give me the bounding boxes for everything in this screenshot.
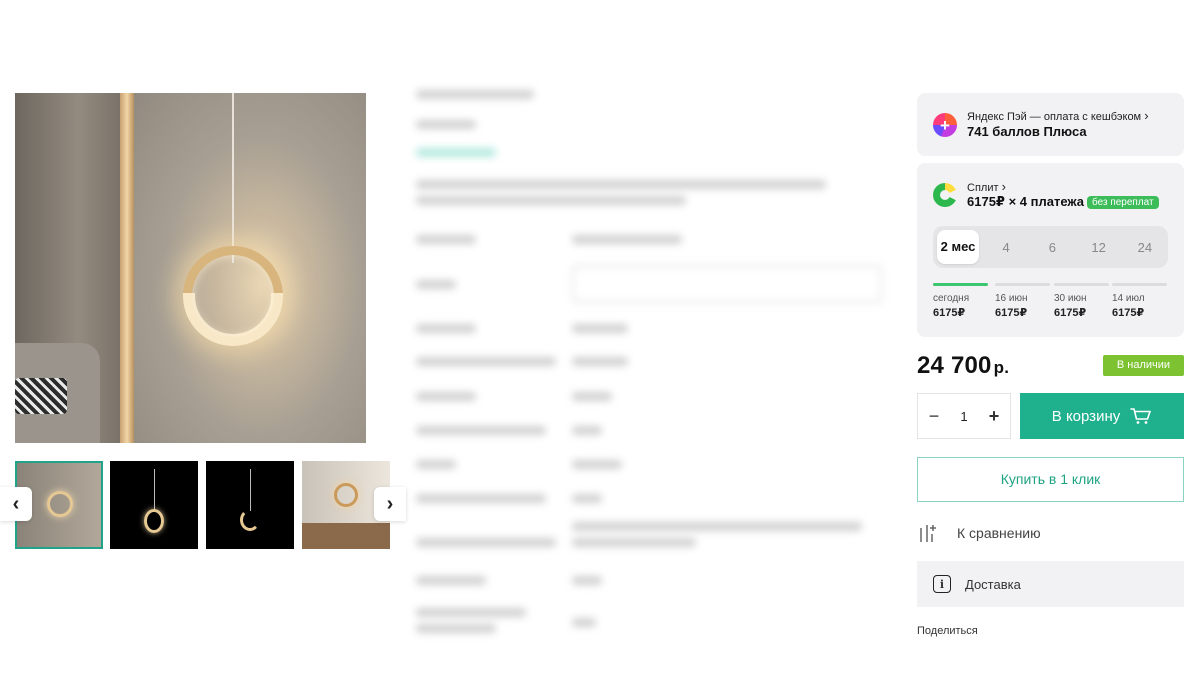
payment-schedule-item: сегодня 6175₽ xyxy=(933,283,988,319)
add-to-compare-button[interactable]: К сравнению xyxy=(917,520,1041,546)
payment-schedule-item: 30 июн 6175₽ xyxy=(1054,283,1109,319)
quantity-plus-button[interactable]: + xyxy=(986,406,1002,427)
quantity-stepper: − 1 + xyxy=(917,393,1011,439)
split-title-link[interactable]: Сплит › xyxy=(967,179,1006,194)
compare-label: К сравнению xyxy=(957,525,1041,541)
period-option-24[interactable]: 24 xyxy=(1122,240,1168,255)
compare-icon xyxy=(920,525,936,542)
info-icon: i xyxy=(933,575,951,593)
split-period-selector: 2 мес 4 6 12 24 xyxy=(933,226,1168,268)
share-link[interactable]: Поделиться xyxy=(917,625,978,637)
period-option-12[interactable]: 12 xyxy=(1076,240,1122,255)
pillow xyxy=(15,378,67,414)
add-to-cart-label: В корзину xyxy=(1051,407,1121,425)
chevron-right-icon: › xyxy=(1001,179,1006,194)
quantity-minus-button[interactable]: − xyxy=(926,406,942,427)
yandex-pay-title: Яндекс Пэй — оплата с кешбэком › xyxy=(967,108,1149,123)
payment-progress-bar xyxy=(995,283,1050,286)
no-overpay-badge: без переплат xyxy=(1087,196,1159,209)
plus-icon: + xyxy=(933,113,957,137)
split-installment: 6175₽ × 4 платежа без переплат xyxy=(967,194,1159,210)
gallery-prev-button[interactable]: ‹ xyxy=(0,487,32,521)
add-to-cart-button[interactable]: В корзину xyxy=(1020,393,1184,439)
chevron-right-icon: › xyxy=(1144,108,1149,123)
stock-badge: В наличии xyxy=(1103,355,1184,376)
plus-points: 741 баллов Плюса xyxy=(967,124,1087,139)
payment-schedule-item: 16 июн 6175₽ xyxy=(995,283,1050,319)
delivery-label: Доставка xyxy=(965,576,1021,592)
period-option-6[interactable]: 6 xyxy=(1029,240,1075,255)
quantity-value[interactable]: 1 xyxy=(960,409,967,424)
period-option-4[interactable]: 4 xyxy=(983,240,1029,255)
yandex-pay-card[interactable]: + Яндекс Пэй — оплата с кешбэком › 741 б… xyxy=(917,93,1184,156)
payment-progress-bar xyxy=(1112,283,1167,286)
blurred-specs-area xyxy=(412,80,892,650)
buy-one-click-button[interactable]: Купить в 1 клик xyxy=(917,457,1184,502)
gallery-next-button[interactable]: › xyxy=(374,487,406,521)
product-page: ‹ › + Яндекс Пэй — оплата с кешбэком › 7… xyxy=(0,0,1200,675)
chevron-left-icon: ‹ xyxy=(12,492,20,515)
product-price: 24 700 р. xyxy=(917,352,1010,379)
period-option-2[interactable]: 2 мес xyxy=(937,230,979,264)
split-icon xyxy=(933,183,957,207)
delivery-info-button[interactable]: i Доставка xyxy=(917,561,1184,607)
payment-progress-bar xyxy=(933,283,988,286)
cart-icon xyxy=(1130,408,1152,424)
payment-progress-bar xyxy=(1054,283,1109,286)
thumbnail-2[interactable] xyxy=(110,461,198,549)
product-main-image[interactable] xyxy=(15,93,366,443)
thumbnail-3[interactable] xyxy=(206,461,294,549)
lamp-cord xyxy=(232,93,234,263)
payment-schedule-item: 14 июл 6175₽ xyxy=(1112,283,1167,319)
thumbnail-strip xyxy=(15,461,391,549)
split-card: Сплит › 6175₽ × 4 платежа без переплат 2 … xyxy=(917,163,1184,337)
chevron-right-icon: › xyxy=(386,492,394,515)
gold-strip xyxy=(120,93,134,443)
